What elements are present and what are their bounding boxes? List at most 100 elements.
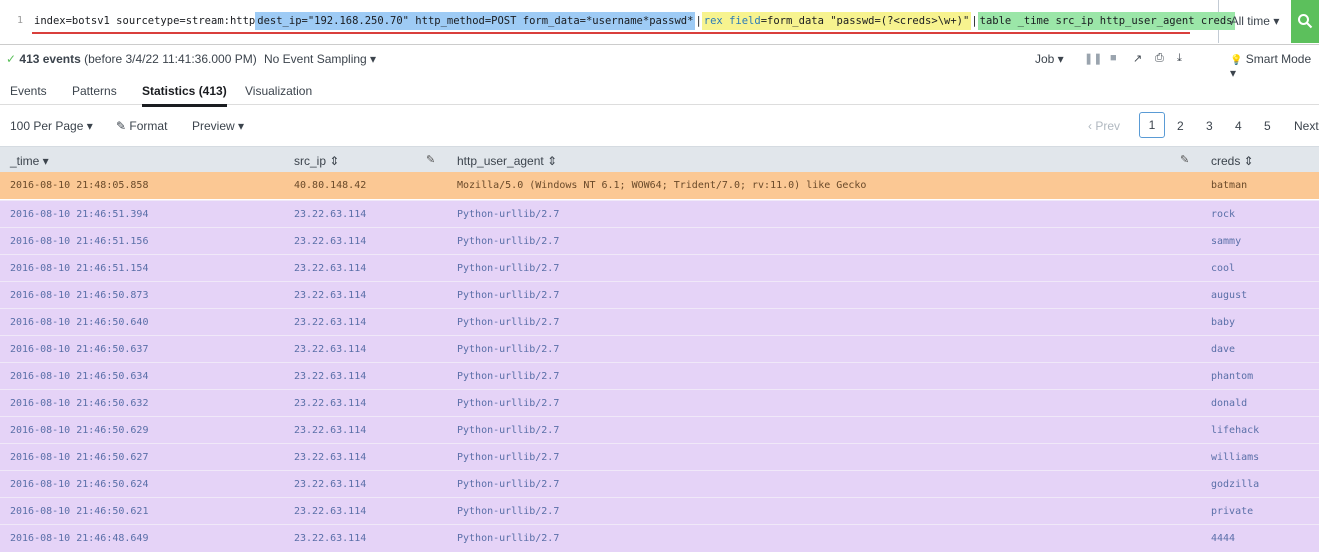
cell-time[interactable]: 2016-08-10 21:46:50.629 <box>10 425 148 436</box>
pause-icon[interactable]: ❚❚ <box>1084 52 1102 65</box>
cell-creds[interactable]: lifehack <box>1211 425 1259 436</box>
stop-icon[interactable]: ■ <box>1110 52 1117 64</box>
table-row[interactable]: 2016-08-10 21:46:51.154 23.22.63.114 Pytho… <box>0 254 1319 282</box>
cell-src-ip[interactable]: 23.22.63.114 <box>294 425 366 436</box>
cell-time[interactable]: 2016-08-10 21:46:51.394 <box>10 209 148 220</box>
table-row[interactable]: 2016-08-10 21:46:50.873 23.22.63.114 Pytho… <box>0 281 1319 309</box>
cell-user-agent[interactable]: Python-urllib/2.7 <box>457 290 559 301</box>
page-5-button[interactable]: 5 <box>1264 119 1271 133</box>
time-picker[interactable]: All time ▾ <box>1219 0 1291 43</box>
column-header-creds[interactable]: creds ⇕ <box>1211 154 1254 168</box>
table-row[interactable]: 2016-08-10 21:46:48.649 23.22.63.114 Pytho… <box>0 524 1319 552</box>
page-4-button[interactable]: 4 <box>1235 119 1242 133</box>
cell-user-agent[interactable]: Python-urllib/2.7 <box>457 209 559 220</box>
cell-user-agent[interactable]: Python-urllib/2.7 <box>457 425 559 436</box>
cell-time[interactable]: 2016-08-10 21:46:50.621 <box>10 506 148 517</box>
table-row[interactable]: 2016-08-10 21:46:50.637 23.22.63.114 Pytho… <box>0 335 1319 363</box>
tab-statistics[interactable]: Statistics (413) <box>142 84 227 107</box>
column-header-time[interactable]: _time ▾ <box>10 154 49 168</box>
cell-creds[interactable]: godzilla <box>1211 479 1259 490</box>
cell-user-agent[interactable]: Python-urllib/2.7 <box>457 452 559 463</box>
cell-src-ip[interactable]: 23.22.63.114 <box>294 506 366 517</box>
print-icon[interactable]: ⎙ <box>1155 52 1164 65</box>
cell-creds[interactable]: cool <box>1211 263 1235 274</box>
table-row[interactable]: 2016-08-10 21:46:50.629 23.22.63.114 Pytho… <box>0 416 1319 444</box>
table-row[interactable]: 2016-08-10 21:46:51.156 23.22.63.114 Pytho… <box>0 227 1319 255</box>
cell-creds[interactable]: august <box>1211 290 1247 301</box>
cell-user-agent[interactable]: Python-urllib/2.7 <box>457 479 559 490</box>
cell-user-agent[interactable]: Python-urllib/2.7 <box>457 317 559 328</box>
cell-src-ip[interactable]: 23.22.63.114 <box>294 398 366 409</box>
cell-time[interactable]: 2016-08-10 21:46:50.873 <box>10 290 148 301</box>
cell-user-agent[interactable]: Python-urllib/2.7 <box>457 533 559 544</box>
next-page-button[interactable]: Next <box>1294 119 1319 133</box>
cell-creds[interactable]: donald <box>1211 398 1247 409</box>
cell-creds[interactable]: private <box>1211 506 1253 517</box>
column-header-user-agent[interactable]: http_user_agent ⇕ <box>457 154 557 168</box>
share-icon[interactable]: ↗ <box>1133 52 1142 65</box>
cell-src-ip[interactable]: 23.22.63.114 <box>294 209 366 220</box>
cell-time[interactable]: 2016-08-10 21:48:05.858 <box>10 180 148 191</box>
cell-time[interactable]: 2016-08-10 21:46:50.632 <box>10 398 148 409</box>
page-1-button[interactable]: 1 <box>1139 112 1165 138</box>
edit-column-icon[interactable]: ✎ <box>1180 153 1189 166</box>
per-page-dropdown[interactable]: 100 Per Page ▾ <box>10 119 93 133</box>
search-button[interactable] <box>1291 0 1319 43</box>
page-2-button[interactable]: 2 <box>1177 119 1184 133</box>
cell-time[interactable]: 2016-08-10 21:46:48.649 <box>10 533 148 544</box>
cell-src-ip[interactable]: 23.22.63.114 <box>294 479 366 490</box>
table-row[interactable]: 2016-08-10 21:46:50.624 23.22.63.114 Pytho… <box>0 470 1319 498</box>
column-header-src-ip[interactable]: src_ip ⇕ <box>294 154 339 168</box>
table-row[interactable]: 2016-08-10 21:46:50.632 23.22.63.114 Pytho… <box>0 389 1319 417</box>
edit-column-icon[interactable]: ✎ <box>426 153 435 166</box>
cell-time[interactable]: 2016-08-10 21:46:50.634 <box>10 371 148 382</box>
cell-time[interactable]: 2016-08-10 21:46:50.640 <box>10 317 148 328</box>
cell-user-agent[interactable]: Python-urllib/2.7 <box>457 371 559 382</box>
cell-creds[interactable]: 4444 <box>1211 533 1235 544</box>
job-dropdown[interactable]: Job ▾ <box>1035 52 1064 66</box>
cell-creds[interactable]: phantom <box>1211 371 1253 382</box>
tab-events[interactable]: Events <box>10 84 47 98</box>
cell-creds[interactable]: baby <box>1211 317 1235 328</box>
cell-src-ip[interactable]: 23.22.63.114 <box>294 533 366 544</box>
cell-user-agent[interactable]: Python-urllib/2.7 <box>457 506 559 517</box>
query-text[interactable]: index=botsv1 sourcetype=stream:http dest… <box>34 12 1235 30</box>
cell-creds[interactable]: dave <box>1211 344 1235 355</box>
cell-src-ip[interactable]: 40.80.148.42 <box>294 180 366 191</box>
table-row[interactable]: 2016-08-10 21:46:51.394 23.22.63.114 Pytho… <box>0 200 1319 228</box>
cell-time[interactable]: 2016-08-10 21:46:50.637 <box>10 344 148 355</box>
search-query-input[interactable]: 1 index=botsv1 sourcetype=stream:http de… <box>0 0 1235 43</box>
page-3-button[interactable]: 3 <box>1206 119 1213 133</box>
table-row[interactable]: 2016-08-10 21:46:50.640 23.22.63.114 Pytho… <box>0 308 1319 336</box>
cell-creds[interactable]: williams <box>1211 452 1259 463</box>
prev-page-button[interactable]: ‹ Prev <box>1088 119 1120 133</box>
table-row[interactable]: 2016-08-10 21:46:50.621 23.22.63.114 Pytho… <box>0 497 1319 525</box>
cell-time[interactable]: 2016-08-10 21:46:51.156 <box>10 236 148 247</box>
cell-creds[interactable]: sammy <box>1211 236 1241 247</box>
cell-time[interactable]: 2016-08-10 21:46:50.627 <box>10 452 148 463</box>
cell-src-ip[interactable]: 23.22.63.114 <box>294 371 366 382</box>
cell-user-agent[interactable]: Mozilla/5.0 (Windows NT 6.1; WOW64; Trid… <box>457 180 866 191</box>
table-row[interactable]: 2016-08-10 21:46:50.627 23.22.63.114 Pytho… <box>0 443 1319 471</box>
table-row[interactable]: 2016-08-10 21:46:50.634 23.22.63.114 Pytho… <box>0 362 1319 390</box>
cell-src-ip[interactable]: 23.22.63.114 <box>294 452 366 463</box>
tab-patterns[interactable]: Patterns <box>72 84 117 98</box>
format-button[interactable]: ✎ Format <box>116 119 167 133</box>
cell-user-agent[interactable]: Python-urllib/2.7 <box>457 263 559 274</box>
cell-user-agent[interactable]: Python-urllib/2.7 <box>457 344 559 355</box>
cell-creds[interactable]: rock <box>1211 209 1235 220</box>
cell-src-ip[interactable]: 23.22.63.114 <box>294 317 366 328</box>
cell-src-ip[interactable]: 23.22.63.114 <box>294 236 366 247</box>
cell-time[interactable]: 2016-08-10 21:46:51.154 <box>10 263 148 274</box>
table-row[interactable]: 2016-08-10 21:48:05.858 40.80.148.42 Mozil… <box>0 172 1319 199</box>
cell-src-ip[interactable]: 23.22.63.114 <box>294 263 366 274</box>
cell-time[interactable]: 2016-08-10 21:46:50.624 <box>10 479 148 490</box>
cell-src-ip[interactable]: 23.22.63.114 <box>294 290 366 301</box>
cell-user-agent[interactable]: Python-urllib/2.7 <box>457 398 559 409</box>
cell-src-ip[interactable]: 23.22.63.114 <box>294 344 366 355</box>
cell-user-agent[interactable]: Python-urllib/2.7 <box>457 236 559 247</box>
preview-dropdown[interactable]: Preview ▾ <box>192 119 244 133</box>
export-icon[interactable]: ⤓ <box>1177 52 1182 65</box>
cell-creds[interactable]: batman <box>1211 180 1247 191</box>
event-sampling-dropdown[interactable]: No Event Sampling ▾ <box>264 52 376 66</box>
